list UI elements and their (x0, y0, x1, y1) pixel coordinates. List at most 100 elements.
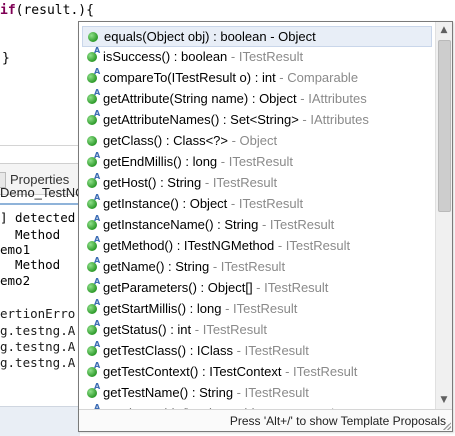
proposal-item[interactable]: AgetInstance() : Object - ITestResult (82, 194, 432, 214)
proposal-owner: - ITestResult (274, 238, 351, 253)
proposal-text: getAttributeNames() : Set<String> - IAtt… (103, 110, 369, 130)
proposal-signature: getTestName() : String (103, 385, 234, 400)
proposal-owner: - ITestResult (227, 49, 304, 64)
proposal-owner: - ITestResult (281, 364, 358, 379)
proposal-owner: - Comparable (275, 70, 359, 85)
code-expression: (result.){ (15, 3, 94, 18)
console-title-underline (0, 203, 80, 205)
override-marker-icon: A (94, 46, 101, 55)
proposal-text: getName() : String - ITestResult (103, 257, 285, 277)
proposal-text: equals(Object obj) : boolean - Object (104, 27, 316, 47)
proposal-signature: getParameters() : Object[] (103, 280, 253, 295)
console-line: ertionErro (0, 306, 76, 321)
proposal-list[interactable]: equals(Object obj) : boolean - Object Ais… (79, 22, 435, 409)
proposal-signature: getStatus() : int (103, 322, 192, 337)
proposal-scrollbar[interactable]: ▲ ▼ (435, 22, 452, 409)
proposal-text: getClass() : Class<?> - Object (103, 131, 277, 151)
proposal-signature: getEndMillis() : long (103, 154, 218, 169)
proposal-text: getEndMillis() : long - ITestResult (103, 152, 293, 172)
override-marker-icon: A (94, 256, 101, 265)
proposal-signature: getInstanceName() : String (103, 217, 259, 232)
proposal-signature: getMethod() : ITestNGMethod (103, 238, 275, 253)
editor-divider (0, 145, 80, 146)
proposal-text: getParameters() : Object[] - ITestResult (103, 278, 328, 298)
console-line: Method (0, 257, 61, 272)
proposal-item[interactable]: AgetEndMillis() : long - ITestResult (82, 152, 432, 172)
override-marker-icon: A (94, 67, 101, 76)
proposal-item[interactable]: AgetMethod() : ITestNGMethod - ITestResu… (82, 236, 432, 256)
proposal-item[interactable]: AisSuccess() : boolean - ITestResult (82, 47, 432, 67)
console-line: g.testng.A (0, 339, 76, 354)
proposal-signature: equals(Object obj) : boolean (104, 29, 267, 44)
override-marker-icon: A (94, 319, 101, 328)
override-marker-icon: A (94, 88, 101, 97)
proposal-item[interactable]: AgetName() : String - ITestResult (82, 257, 432, 277)
proposal-item[interactable]: AgetParameters() : Object[] - ITestResul… (82, 278, 432, 298)
proposal-signature: getClass() : Class<?> (103, 133, 228, 148)
public-method-icon (87, 136, 97, 146)
proposal-signature: compareTo(ITestResult o) : int (103, 70, 276, 85)
proposal-item[interactable]: AgetAttributeNames() : Set<String> - IAt… (82, 110, 432, 130)
proposal-owner: - ITestResult (252, 280, 329, 295)
proposal-signature: getAttribute(String name) : Object (103, 91, 297, 106)
scroll-up-arrow-icon[interactable]: ▲ (436, 22, 452, 39)
resize-grip-icon[interactable] (443, 422, 451, 430)
code-line: if(result.){ (0, 3, 94, 18)
proposal-text: getTestClass() : IClass - ITestResult (103, 341, 309, 361)
proposal-item[interactable]: equals(Object obj) : boolean - Object (82, 26, 432, 47)
override-marker-icon: A (94, 172, 101, 181)
content-assist-popup[interactable]: equals(Object obj) : boolean - Object Ais… (78, 21, 453, 432)
proposal-owner: - ITestResult (217, 154, 294, 169)
proposal-owner: - ITestResult (209, 259, 286, 274)
proposal-status-bar: Press 'Alt+/' to show Template Proposals (79, 409, 452, 431)
proposal-item[interactable]: AgetHost() : String - ITestResult (82, 173, 432, 193)
proposal-text: getTestName() : String - ITestResult (103, 383, 309, 403)
proposal-item[interactable]: getClass() : Class<?> - Object (82, 131, 432, 151)
proposal-item[interactable]: AgetInstanceName() : String - ITestResul… (82, 215, 432, 235)
proposal-item[interactable]: AgetTestContext() : ITestContext - ITest… (82, 362, 432, 382)
proposal-item[interactable]: AgetTestName() : String - ITestResult (82, 383, 432, 403)
console-line: ] detected (0, 210, 76, 225)
proposal-text: getStartMillis() : long - ITestResult (103, 299, 297, 319)
proposal-text: getHost() : String - ITestResult (103, 173, 277, 193)
proposal-item[interactable]: AgetAttribute(String name) : Object - IA… (82, 89, 432, 109)
scroll-thumb[interactable] (438, 40, 451, 212)
proposal-item[interactable]: AgetTestClass() : IClass - ITestResult (82, 341, 432, 361)
proposal-owner: - ITestResult (191, 322, 268, 337)
proposal-item[interactable]: AcompareTo(ITestResult o) : int - Compar… (82, 68, 432, 88)
override-marker-icon: A (94, 361, 101, 370)
override-marker-icon: A (94, 340, 101, 349)
console-title: Demo_TestNG (0, 185, 86, 200)
proposal-owner: - ITestResult (258, 217, 335, 232)
proposal-signature: getName() : String (103, 259, 210, 274)
proposal-text: getInstance() : Object - ITestResult (103, 194, 303, 214)
proposal-owner: - ITestResult (233, 343, 309, 358)
override-marker-icon: A (94, 151, 101, 160)
proposal-owner: - ITestResult (221, 301, 298, 316)
proposal-signature: isSuccess() : boolean (103, 49, 228, 64)
proposal-owner: - Object (266, 29, 316, 44)
proposal-signature: getTestClass() : IClass (103, 343, 234, 358)
scroll-down-arrow-icon[interactable]: ▼ (436, 392, 452, 409)
proposal-owner: - ITestResult (227, 196, 304, 211)
console-line: emo1 (0, 242, 31, 257)
console-line: g.testng.A (0, 323, 76, 338)
override-marker-icon: A (94, 109, 101, 118)
override-marker-icon: A (94, 193, 101, 202)
proposal-signature: getInstance() : Object (103, 196, 228, 211)
proposal-text: getMethod() : ITestNGMethod - ITestResul… (103, 236, 350, 256)
proposal-item[interactable]: AgetStartMillis() : long - ITestResult (82, 299, 432, 319)
code-editor[interactable]: if(result.){ } (0, 0, 94, 145)
override-marker-icon: A (94, 277, 101, 286)
console-view[interactable]: Demo_TestNG ] detected Method emo1 Method… (0, 185, 85, 400)
override-marker-icon: A (94, 382, 101, 391)
override-marker-icon: A (94, 214, 101, 223)
proposal-text: getAttribute(String name) : Object - IAt… (103, 89, 367, 109)
proposal-text: isSuccess() : boolean - ITestResult (103, 47, 303, 67)
console-line: emo2 (0, 273, 31, 288)
proposal-item[interactable]: AgetStatus() : int - ITestResult (82, 320, 432, 340)
proposal-text: getTestContext() : ITestContext - ITestR… (103, 362, 357, 382)
proposal-owner: - IAttributes (296, 91, 367, 106)
proposal-signature: getTestContext() : ITestContext (103, 364, 282, 379)
template-proposals-hint[interactable]: Press 'Alt+/' to show Template Proposals (230, 414, 446, 428)
